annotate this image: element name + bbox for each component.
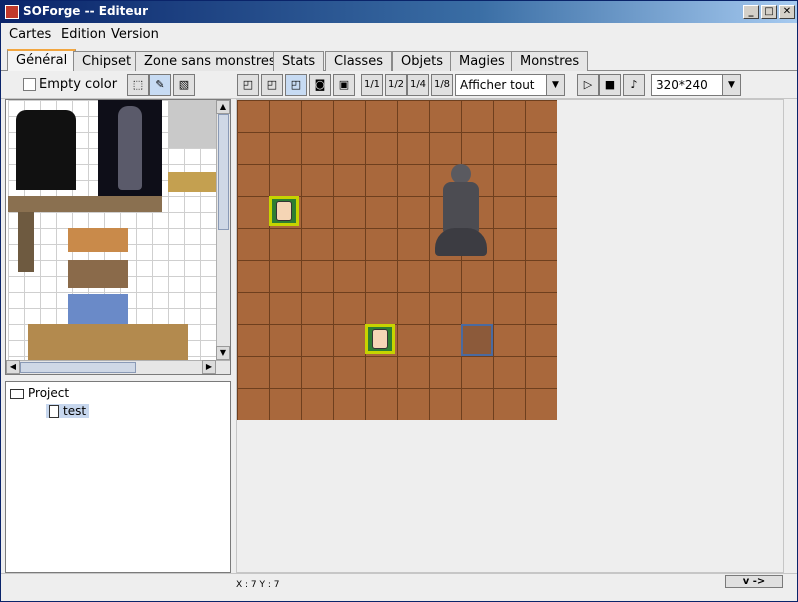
stop-button[interactable]: ■ xyxy=(599,74,621,96)
layer3-button[interactable]: ◰ xyxy=(285,74,307,96)
cave-tile xyxy=(16,110,76,190)
layer2-button[interactable]: ◰ xyxy=(261,74,283,96)
tab-objets[interactable]: Objets xyxy=(392,51,452,71)
empty-color-checkbox[interactable] xyxy=(23,78,36,91)
npc-sprite[interactable] xyxy=(365,324,395,354)
tab-bar: Général Chipset Zone sans monstres Stats… xyxy=(1,49,797,71)
minimize-button[interactable]: _ xyxy=(743,5,759,19)
project-tree: Project test xyxy=(5,381,231,573)
zoom-1-4-button[interactable]: 1/4 xyxy=(407,74,429,96)
fill-tool-button[interactable]: ▧ xyxy=(173,74,195,96)
chevron-down-icon: ▼ xyxy=(546,75,564,95)
table-tile xyxy=(28,324,188,360)
vertical-scroll-thumb[interactable] xyxy=(218,114,229,230)
v-button[interactable]: v -> xyxy=(725,575,783,588)
horizontal-scroll-thumb[interactable] xyxy=(20,362,136,373)
resolution-value: 320*240 xyxy=(656,78,708,92)
layer1-button[interactable]: ◰ xyxy=(237,74,259,96)
folder-icon xyxy=(10,388,24,399)
title-bar[interactable]: SOForge -- Editeur _ □ ✕ xyxy=(1,1,797,23)
menu-edition[interactable]: Edition xyxy=(61,27,106,42)
zoom-1-8-button[interactable]: 1/8 xyxy=(431,74,453,96)
crystal-tile xyxy=(68,294,128,324)
sign-tile xyxy=(68,228,128,252)
layer-display-select[interactable]: Afficher tout ▼ xyxy=(455,74,565,96)
tab-chipset[interactable]: Chipset xyxy=(73,51,141,71)
layer-display-value: Afficher tout xyxy=(460,78,535,92)
menu-bar: Cartes Edition Version xyxy=(1,23,797,45)
window-title: SOForge -- Editeur xyxy=(23,4,148,18)
cursor-coordinates: X : 7 Y : 7 xyxy=(236,580,280,590)
toolbar: ⬚ ✎ ▧ ◰ ◰ ◰ ◙ ▣ 1/1 1/2 1/4 1/8 Afficher… xyxy=(1,71,797,99)
zoom-1-2-button[interactable]: 1/2 xyxy=(385,74,407,96)
tab-classes[interactable]: Classes xyxy=(325,51,392,71)
chipset-vertical-scrollbar[interactable]: ▲ ▼ xyxy=(216,100,230,360)
app-icon xyxy=(5,5,19,19)
shovel-tile xyxy=(18,212,34,272)
chevron-down-icon: ▼ xyxy=(722,75,740,95)
status-bar: X : 7 Y : 7 v -> xyxy=(1,573,797,601)
tree-map-label: test xyxy=(63,404,87,418)
map-editor-area[interactable] xyxy=(236,99,784,573)
npc-layer-button[interactable]: ▣ xyxy=(333,74,355,96)
resolution-select[interactable]: 320*240 ▼ xyxy=(651,74,741,96)
scroll-left-icon[interactable]: ◀ xyxy=(6,360,20,374)
app-window: SOForge -- Editeur _ □ ✕ Cartes Edition … xyxy=(0,0,798,602)
npc-sprite[interactable] xyxy=(269,196,299,226)
fruit-tile xyxy=(168,172,222,192)
tab-general[interactable]: Général xyxy=(7,49,77,71)
event-layer-button[interactable]: ◙ xyxy=(309,74,331,96)
selected-tile[interactable] xyxy=(461,324,493,356)
beam-tile xyxy=(8,196,162,212)
scroll-right-icon[interactable]: ▶ xyxy=(202,360,216,374)
file-icon xyxy=(49,405,59,418)
zoom-1-1-button[interactable]: 1/1 xyxy=(361,74,383,96)
rock-tile xyxy=(68,260,128,288)
pencil-tool-button[interactable]: ✎ xyxy=(149,74,171,96)
statue-tile xyxy=(98,100,162,196)
tab-monstres[interactable]: Monstres xyxy=(511,51,589,71)
tab-zone-sans-monstres[interactable]: Zone sans monstres xyxy=(135,51,285,71)
statue-sprite[interactable] xyxy=(429,164,493,260)
empty-color-label: Empty color xyxy=(39,77,118,92)
tab-magies[interactable]: Magies xyxy=(450,51,514,71)
close-button[interactable]: ✕ xyxy=(779,5,795,19)
select-tool-button[interactable]: ⬚ xyxy=(127,74,149,96)
tree-root-label: Project xyxy=(28,386,70,400)
chipset-grid[interactable] xyxy=(8,100,222,360)
music-button[interactable]: ♪ xyxy=(623,74,645,96)
tab-stats[interactable]: Stats xyxy=(273,51,325,71)
play-button[interactable]: ▷ xyxy=(577,74,599,96)
scroll-down-icon[interactable]: ▼ xyxy=(216,346,230,360)
scroll-up-icon[interactable]: ▲ xyxy=(216,100,230,114)
menu-cartes[interactable]: Cartes xyxy=(9,27,51,42)
tree-root-node[interactable]: Project xyxy=(10,386,69,400)
chipset-horizontal-scrollbar[interactable]: ◀ ▶ xyxy=(6,360,230,374)
maximize-button[interactable]: □ xyxy=(761,5,777,19)
map-grid[interactable] xyxy=(237,100,557,420)
tree-map-node[interactable]: test xyxy=(46,404,90,418)
chipset-panel: ▲ ▼ ◀ ▶ xyxy=(5,99,231,375)
menu-version[interactable]: Version xyxy=(111,27,159,42)
furniture-tile xyxy=(168,100,222,148)
